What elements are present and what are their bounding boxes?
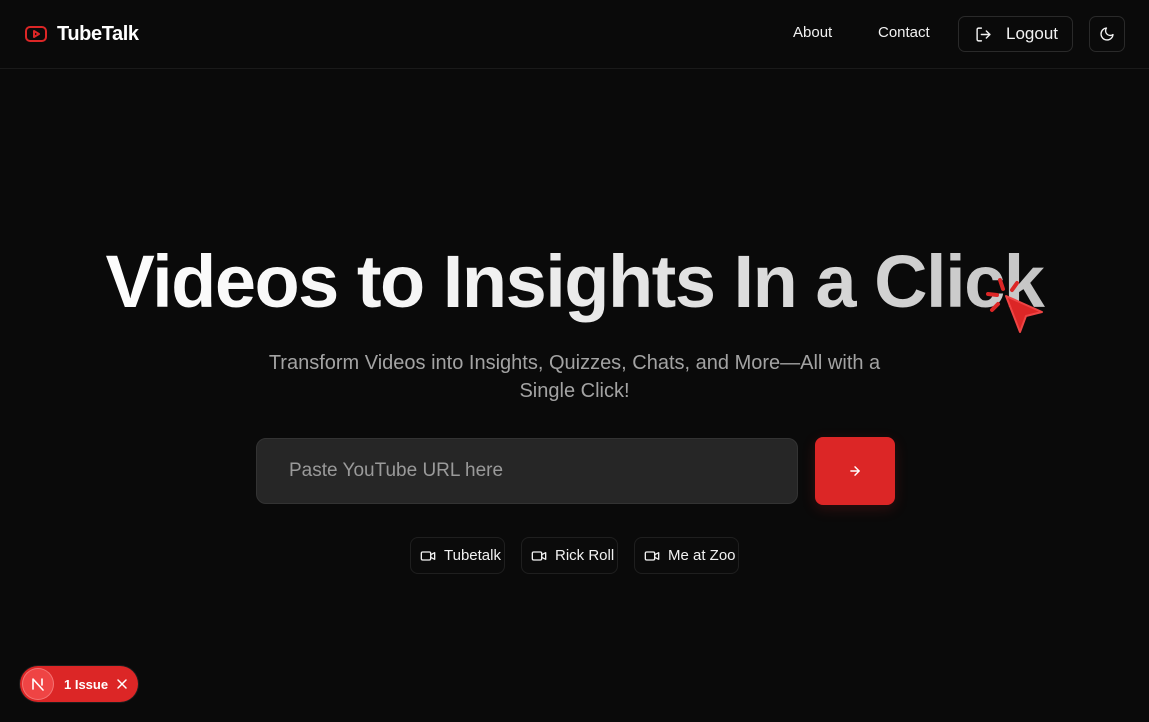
chip-label: Me at Zoo — [668, 547, 736, 564]
logout-button[interactable]: Logout — [958, 16, 1073, 52]
dev-issues-badge[interactable]: 1 Issue — [20, 666, 138, 702]
issues-count-label: 1 Issue — [64, 676, 109, 692]
sample-video-chip-me-at-zoo[interactable]: Me at Zoo — [634, 537, 739, 574]
sample-video-chip-tubetalk[interactable]: Tubetalk — [410, 537, 505, 574]
chip-label: Tubetalk — [444, 547, 501, 564]
youtube-icon — [25, 26, 47, 42]
close-icon[interactable] — [116, 678, 128, 690]
brand-name: TubeTalk — [57, 22, 139, 45]
youtube-url-input[interactable] — [256, 438, 798, 504]
moon-icon — [1100, 27, 1114, 41]
arrow-right-icon — [850, 466, 860, 476]
logout-icon — [976, 26, 991, 42]
sample-video-chip-rick-roll[interactable]: Rick Roll — [521, 537, 618, 574]
nav-link-contact[interactable]: Contact — [878, 24, 930, 41]
logout-label: Logout — [1006, 24, 1058, 43]
video-icon — [531, 550, 547, 561]
chip-label: Rick Roll — [555, 547, 615, 564]
nextjs-n-glyph — [32, 678, 44, 691]
cursor-click-icon — [986, 278, 1043, 333]
hero-title: Videos to Insights In a Click — [0, 238, 1149, 326]
theme-toggle-button[interactable] — [1089, 16, 1125, 52]
video-icon — [644, 550, 660, 561]
sample-video-chips: Tubetalk Rick Roll Me at Zoo — [0, 537, 1149, 574]
nextjs-logo-icon — [22, 668, 54, 700]
nav-link-about[interactable]: About — [793, 24, 832, 41]
brand-logo[interactable]: TubeTalk — [24, 20, 139, 48]
hero-subtitle: Transform Videos into Insights, Quizzes,… — [268, 352, 881, 402]
navbar: TubeTalk About Contact Logout — [0, 0, 1149, 69]
submit-url-button[interactable] — [815, 437, 895, 505]
video-icon — [420, 550, 436, 561]
